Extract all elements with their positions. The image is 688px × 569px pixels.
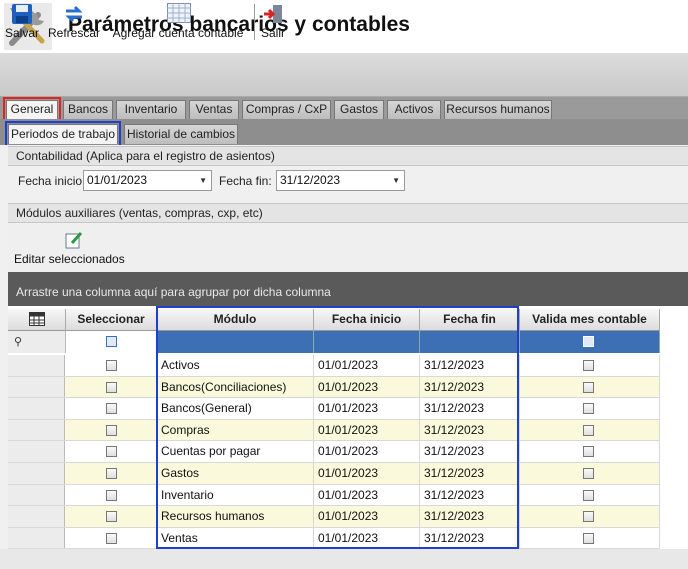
- start-date-value: 01/01/2023: [87, 173, 148, 187]
- chevron-down-icon: ▼: [199, 176, 207, 185]
- tab-highlight-outline: [3, 97, 61, 121]
- column-header-seleccionar[interactable]: Seleccionar: [66, 309, 157, 331]
- end-date-value: 31/12/2023: [280, 173, 341, 187]
- tab-gastos[interactable]: Gastos: [334, 100, 384, 119]
- exit-door-icon: [262, 3, 284, 25]
- tab-bancos[interactable]: Bancos: [63, 100, 113, 119]
- select-cell: [66, 441, 157, 462]
- select-cell: [66, 484, 157, 506]
- tab-recursos-humanos[interactable]: Recursos humanos: [444, 100, 552, 119]
- save-button[interactable]: Salvar: [2, 0, 42, 44]
- tab-inventario[interactable]: Inventario: [116, 100, 186, 119]
- select-checkbox[interactable]: [106, 403, 117, 415]
- row-selector[interactable]: [8, 376, 65, 398]
- end-date-combo[interactable]: 31/12/2023 ▼: [276, 170, 405, 191]
- valida-mes-checkbox[interactable]: [583, 360, 594, 371]
- row-selector[interactable]: [8, 355, 65, 376]
- grid-footer: [0, 549, 688, 569]
- columns-highlight-outline: [156, 306, 519, 549]
- add-account-label: Agregar cuenta contable: [112, 26, 244, 40]
- tab-activos[interactable]: Activos: [387, 100, 441, 119]
- tab-ventas[interactable]: Ventas: [189, 100, 239, 119]
- row-selector[interactable]: [8, 506, 65, 527]
- row-selector[interactable]: [8, 419, 65, 441]
- valida-mes-cell: [520, 398, 660, 419]
- select-cell: [66, 376, 157, 398]
- refresh-label: Refrescar: [47, 26, 100, 40]
- filter-checkbox[interactable]: [583, 336, 594, 347]
- filter-icon: ⚲: [14, 336, 23, 348]
- valida-mes-checkbox[interactable]: [583, 532, 594, 544]
- select-cell: [66, 355, 157, 376]
- valida-mes-cell: [520, 441, 660, 462]
- filter-valida-mes[interactable]: [520, 331, 660, 353]
- accounting-section-header: Contabilidad (Aplica para el registro de…: [8, 146, 688, 166]
- select-cell: [66, 527, 157, 549]
- filter-seleccionar[interactable]: [66, 331, 157, 353]
- row-selector[interactable]: [8, 463, 65, 484]
- tab-compras-cxp[interactable]: Compras / CxP: [242, 100, 331, 119]
- select-checkbox[interactable]: [106, 446, 117, 458]
- column-header-valida-mes-contable[interactable]: Valida mes contable: [520, 309, 660, 331]
- row-selector[interactable]: [8, 484, 65, 506]
- floppy-disk-icon: [11, 3, 33, 25]
- filter-checkbox[interactable]: [106, 336, 117, 347]
- filter-row-indicator: ⚲: [8, 331, 66, 353]
- valida-mes-checkbox[interactable]: [583, 446, 594, 458]
- edit-selected-label: Editar seleccionados: [14, 252, 125, 266]
- row-selector[interactable]: [8, 441, 65, 462]
- edit-selected-button[interactable]: Editar seleccionados: [12, 228, 130, 268]
- column-chooser-icon: [28, 312, 45, 333]
- add-account-button[interactable]: Agregar cuenta contable: [108, 0, 248, 44]
- exit-button[interactable]: Salir: [258, 0, 288, 44]
- select-cell: [66, 419, 157, 441]
- select-cell: [66, 463, 157, 484]
- refresh-icon: [63, 3, 85, 25]
- valida-mes-checkbox[interactable]: [583, 381, 594, 393]
- valida-mes-checkbox[interactable]: [583, 511, 594, 523]
- end-date-label: Fecha fin:: [219, 174, 272, 188]
- chevron-down-icon: ▼: [392, 176, 400, 185]
- subtab-highlight-outline: [5, 121, 121, 147]
- row-selector[interactable]: [8, 398, 65, 419]
- select-cell: [66, 506, 157, 527]
- valida-mes-cell: [520, 506, 660, 527]
- aux-section-header: Módulos auxiliares (ventas, compras, cxp…: [8, 203, 688, 223]
- valida-mes-cell: [520, 419, 660, 441]
- toolbar: [0, 53, 688, 97]
- select-checkbox[interactable]: [106, 511, 117, 523]
- select-cell: [66, 398, 157, 419]
- valida-mes-cell: [520, 463, 660, 484]
- column-chooser-header[interactable]: [8, 309, 66, 331]
- valida-mes-cell: [520, 527, 660, 549]
- select-checkbox[interactable]: [106, 381, 117, 393]
- select-checkbox[interactable]: [106, 424, 117, 436]
- tab-historial-de-cambios[interactable]: Historial de cambios: [124, 124, 238, 144]
- spreadsheet-icon: [167, 3, 191, 25]
- toolbar-separator: [254, 4, 255, 40]
- valida-mes-checkbox[interactable]: [583, 403, 594, 415]
- valida-mes-checkbox[interactable]: [583, 468, 594, 479]
- select-checkbox[interactable]: [106, 468, 117, 479]
- valida-mes-checkbox[interactable]: [583, 424, 594, 436]
- valida-mes-cell: [520, 376, 660, 398]
- row-selector[interactable]: [8, 527, 65, 549]
- refresh-button[interactable]: Refrescar: [46, 0, 102, 44]
- start-date-label: Fecha inicio:: [18, 174, 86, 188]
- valida-mes-checkbox[interactable]: [583, 489, 594, 501]
- edit-pencil-icon: [64, 230, 84, 250]
- group-by-panel[interactable]: Arrastre una columna aquí para agrupar p…: [8, 272, 688, 306]
- select-checkbox[interactable]: [106, 489, 117, 501]
- start-date-combo[interactable]: 01/01/2023 ▼: [83, 170, 212, 191]
- exit-label: Salir: [260, 26, 285, 40]
- save-label: Salvar: [4, 26, 39, 40]
- select-checkbox[interactable]: [106, 532, 117, 544]
- valida-mes-cell: [520, 355, 660, 376]
- select-checkbox[interactable]: [106, 360, 117, 371]
- valida-mes-cell: [520, 484, 660, 506]
